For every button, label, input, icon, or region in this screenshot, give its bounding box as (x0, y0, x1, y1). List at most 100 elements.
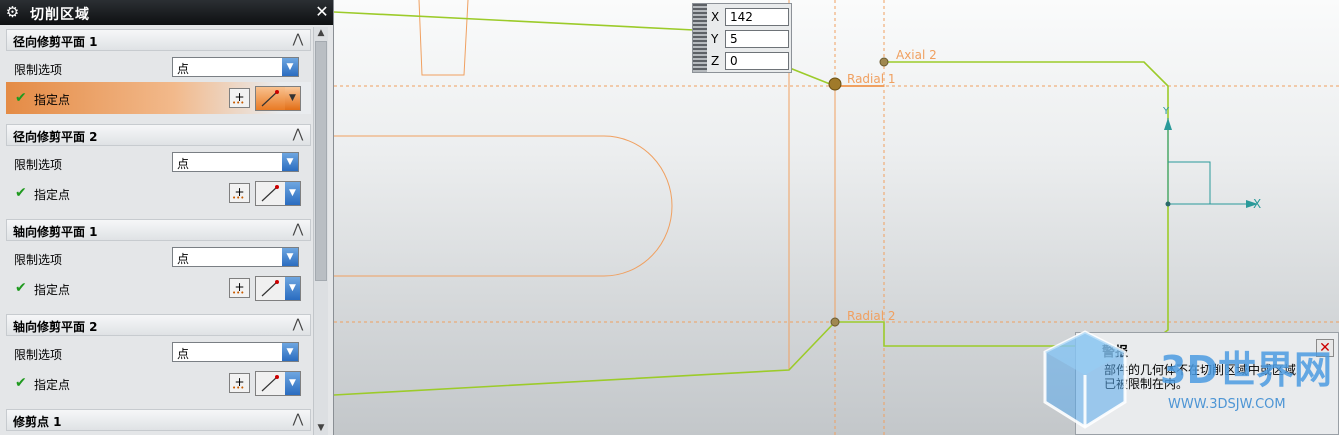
section-axial-trim-1: 轴向修剪平面 1 ⋀ 限制选项 点 ▼ ✔ 指定点 + ••• ▼ (6, 219, 311, 311)
y-axis-arrow (1164, 118, 1172, 130)
section-header[interactable]: 修剪点 1 ⋀ (6, 409, 311, 431)
section-trim-point-1: 修剪点 1 ⋀ (6, 409, 311, 435)
radial-2-label: Radial 2 (847, 309, 896, 323)
x-label: X (711, 10, 720, 24)
axial-point-2 (879, 57, 889, 67)
limit-option-label: 限制选项 (14, 253, 63, 267)
scroll-up-icon[interactable]: ▲ (314, 27, 328, 40)
point-inference-button[interactable]: ▼ (255, 276, 301, 301)
limit-option-select[interactable]: 点 ▼ (172, 152, 299, 172)
close-icon[interactable]: ✕ (313, 3, 331, 21)
scroll-down-icon[interactable]: ▼ (314, 422, 328, 435)
point-dialog-button[interactable]: + ••• (229, 88, 250, 108)
select-value: 点 (177, 347, 190, 361)
section-title: 轴向修剪平面 2 (13, 320, 98, 334)
y-label: Y (711, 32, 719, 46)
radial-point-2 (830, 317, 840, 327)
section-header[interactable]: 轴向修剪平面 1 ⋀ (6, 219, 311, 241)
chevron-up-icon[interactable]: ⋀ (290, 412, 306, 428)
z-field[interactable]: 0 (725, 52, 789, 70)
checkmark-icon: ✔ (15, 90, 27, 106)
specify-point-label: 指定点 (34, 378, 71, 392)
limit-option-label: 限制选项 (14, 63, 63, 77)
point-inference-button[interactable]: ▼ (255, 371, 301, 396)
chevron-up-icon[interactable]: ⋀ (290, 127, 306, 143)
chevron-down-icon[interactable]: ▼ (282, 58, 298, 76)
limit-option-row: 限制选项 点 ▼ (6, 149, 311, 177)
section-title: 修剪点 1 (13, 415, 62, 429)
z-coordinate-row: Z 0 (707, 50, 791, 72)
checkmark-icon: ✔ (15, 375, 27, 391)
cube-logo-icon (1043, 330, 1127, 429)
point-inference-button[interactable]: ▼ (255, 181, 301, 206)
limit-option-row: 限制选项 点 ▼ (6, 54, 311, 82)
section-radial-trim-2: 径向修剪平面 2 ⋀ 限制选项 点 ▼ ✔ 指定点 + ••• ▼ (6, 124, 311, 216)
limit-option-row: 限制选项 点 ▼ (6, 244, 311, 272)
drag-handle[interactable] (693, 4, 707, 72)
axial-2-label: Axial 2 (896, 48, 937, 62)
checkmark-icon: ✔ (15, 185, 27, 201)
x-axis-label: X (1253, 197, 1262, 211)
dialog-title: 切削区域 (30, 7, 90, 23)
cut-region-dialog: ⚙ 切削区域 ✕ 径向修剪平面 1 ⋀ 限制选项 点 ▼ ✔ 指定点 + ••• … (0, 0, 334, 435)
section-header[interactable]: 轴向修剪平面 2 ⋀ (6, 314, 311, 336)
chevron-down-icon[interactable]: ▼ (285, 372, 300, 395)
select-value: 点 (177, 62, 190, 76)
specify-point-label: 指定点 (34, 93, 71, 107)
specify-point-row[interactable]: ✔ 指定点 + ••• ▼ (6, 177, 311, 209)
limit-option-label: 限制选项 (14, 348, 63, 362)
chevron-down-icon[interactable]: ▼ (285, 87, 300, 110)
radial-point-1 (828, 77, 842, 91)
coordinate-entry: X 142 Y 5 Z 0 (692, 3, 792, 73)
limit-option-select[interactable]: 点 ▼ (172, 342, 299, 362)
chevron-up-icon[interactable]: ⋀ (290, 32, 306, 48)
dialog-scrollbar[interactable]: ▲ ▼ (313, 27, 328, 435)
specify-point-row[interactable]: ✔ 指定点 + ••• ▼ (6, 367, 311, 399)
chevron-down-icon[interactable]: ▼ (285, 182, 300, 205)
line-point-icon (261, 90, 279, 107)
watermark: 3D世界网 WWW.3DSJW.COM (1040, 325, 1339, 435)
specify-point-label: 指定点 (34, 283, 71, 297)
limit-option-select[interactable]: 点 ▼ (172, 57, 299, 77)
limit-option-label: 限制选项 (14, 158, 63, 172)
limit-option-select[interactable]: 点 ▼ (172, 247, 299, 267)
section-header[interactable]: 径向修剪平面 2 ⋀ (6, 124, 311, 146)
checkmark-icon: ✔ (15, 280, 27, 296)
section-radial-trim-1: 径向修剪平面 1 ⋀ 限制选项 点 ▼ ✔ 指定点 + ••• ▼ (6, 29, 311, 121)
chevron-down-icon[interactable]: ▼ (285, 277, 300, 300)
select-value: 点 (177, 252, 190, 266)
chevron-up-icon[interactable]: ⋀ (290, 222, 306, 238)
chevron-down-icon[interactable]: ▼ (282, 248, 298, 266)
wcs-origin (1165, 201, 1171, 207)
section-axial-trim-2: 轴向修剪平面 2 ⋀ 限制选项 点 ▼ ✔ 指定点 + ••• ▼ (6, 314, 311, 406)
y-axis-label: Y (1163, 106, 1170, 117)
specify-point-row[interactable]: ✔ 指定点 + ••• ▼ (6, 272, 311, 304)
line-point-icon (261, 185, 279, 202)
gear-icon[interactable]: ⚙ (4, 4, 21, 21)
slot-outline (334, 135, 673, 277)
chevron-down-icon[interactable]: ▼ (282, 343, 298, 361)
wcs-square (1168, 161, 1211, 204)
x-coordinate-row: X 142 (707, 6, 791, 28)
radial-1-label: Radial 1 (847, 72, 896, 86)
section-header[interactable]: 径向修剪平面 1 ⋀ (6, 29, 311, 51)
y-coordinate-row: Y 5 (707, 28, 791, 50)
watermark-brand: 3D世界网 (1160, 348, 1332, 392)
specify-point-label: 指定点 (34, 188, 71, 202)
section-title: 径向修剪平面 2 (13, 130, 98, 144)
section-title: 径向修剪平面 1 (13, 35, 98, 49)
point-dialog-button[interactable]: + ••• (229, 373, 250, 393)
chevron-down-icon[interactable]: ▼ (282, 153, 298, 171)
section-title: 轴向修剪平面 1 (13, 225, 98, 239)
x-field[interactable]: 142 (725, 8, 789, 26)
point-dialog-button[interactable]: + ••• (229, 183, 250, 203)
y-field[interactable]: 5 (725, 30, 789, 48)
watermark-url: WWW.3DSJW.COM (1168, 397, 1286, 412)
z-label: Z (711, 54, 720, 68)
chevron-up-icon[interactable]: ⋀ (290, 317, 306, 333)
line-point-icon (261, 280, 279, 297)
point-dialog-button[interactable]: + ••• (229, 278, 250, 298)
specify-point-row[interactable]: ✔ 指定点 + ••• ▼ (6, 82, 311, 114)
point-inference-button[interactable]: ▼ (255, 86, 301, 111)
scrollbar-thumb[interactable] (315, 41, 327, 281)
